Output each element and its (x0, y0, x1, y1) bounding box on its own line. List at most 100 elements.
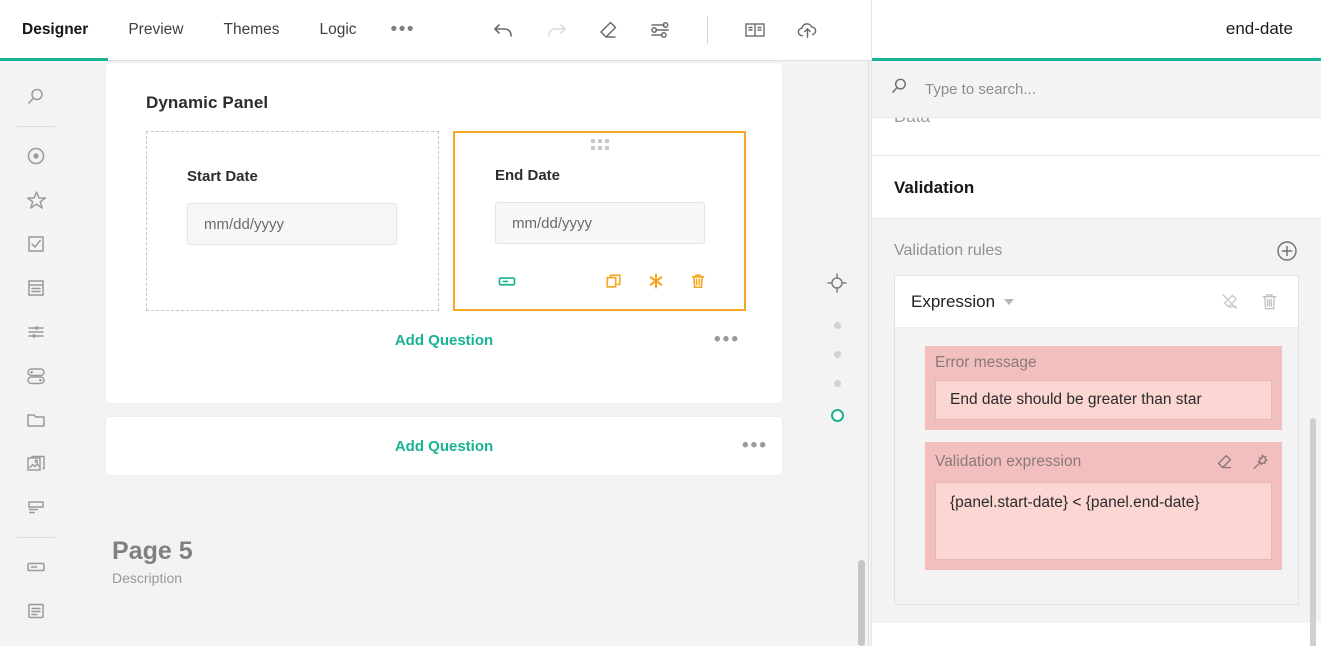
tab-designer[interactable]: Designer (0, 0, 108, 61)
clear-icon[interactable] (595, 17, 621, 43)
validation-group-content: Validation rules Expression (872, 219, 1321, 623)
next-page-header[interactable]: Page 5 Description (106, 537, 871, 586)
comment-icon[interactable] (16, 589, 56, 633)
duplicate-icon[interactable] (602, 269, 626, 293)
required-error-label: Error message for required questions (872, 623, 1321, 646)
question-action-bar (455, 269, 744, 293)
toggle-switch-icon[interactable] (16, 354, 56, 398)
validation-rule-body: Error message End date should be greater… (895, 328, 1298, 604)
property-search-bar[interactable] (872, 61, 1321, 118)
page-navigator (812, 271, 862, 422)
page-nav-dot-2[interactable] (834, 351, 841, 358)
rule-type-select[interactable]: Expression (911, 292, 995, 312)
magic-wand-icon[interactable] (1248, 450, 1272, 474)
add-question-panel-button[interactable]: Add Question ••• (106, 311, 782, 369)
end-date-input[interactable]: mm/dd/yyyy (495, 202, 705, 244)
plus-circle-icon[interactable] (1275, 239, 1299, 263)
property-grid-panel: end-date Data Validation Validation rule… (871, 0, 1321, 646)
validation-expression-input[interactable]: {panel.start-date} < {panel.end-date} (935, 482, 1272, 560)
page-nav-dot-3[interactable] (834, 380, 841, 387)
group-validation-title: Validation (872, 156, 1321, 219)
tab-designer-label: Designer (22, 21, 88, 39)
search-icon[interactable] (16, 75, 56, 119)
group-data-label: Data (894, 118, 930, 127)
trash-icon[interactable] (1256, 289, 1282, 315)
tab-preview[interactable]: Preview (108, 0, 203, 61)
property-panel-scrollbar[interactable] (1310, 418, 1316, 646)
top-toolbar: Designer Preview Themes Logic ••• (0, 0, 871, 61)
text-block-icon[interactable] (16, 486, 56, 530)
validation-rules-header: Validation rules (894, 239, 1299, 263)
page-nav-dot-1[interactable] (834, 322, 841, 329)
eraser-icon[interactable] (1212, 450, 1236, 474)
property-panel-title: end-date (1226, 19, 1293, 39)
survey-canvas[interactable]: Dynamic Panel Start Date mm/dd/yyyy (72, 61, 871, 646)
dropdown-list-icon[interactable] (16, 266, 56, 310)
canvas-scrollbar[interactable] (858, 560, 865, 646)
rail-divider-bottom (17, 537, 55, 538)
dynamic-panel-card[interactable]: Dynamic Panel Start Date mm/dd/yyyy (106, 63, 782, 403)
group-data-collapsed[interactable]: Data (872, 118, 1321, 156)
clear-value-icon[interactable] (1216, 289, 1242, 315)
tab-bar: Designer Preview Themes Logic ••• (0, 0, 429, 61)
checkbox-icon[interactable] (16, 222, 56, 266)
question-start-date[interactable]: Start Date mm/dd/yyyy (146, 131, 439, 311)
panel-overflow-button[interactable]: ••• (714, 329, 740, 351)
question-start-date-label: Start Date (147, 132, 438, 185)
survey-creator-app: Designer Preview Themes Logic ••• (0, 0, 1321, 646)
redo-icon[interactable] (543, 17, 569, 43)
question-end-date[interactable]: End Date mm/dd/yyyy (453, 131, 746, 311)
error-message-label-row: Error message (935, 354, 1272, 372)
page-nav-dot-current[interactable] (831, 409, 844, 422)
start-date-input[interactable]: mm/dd/yyyy (187, 203, 397, 245)
designer-column: Designer Preview Themes Logic ••• (0, 0, 871, 646)
search-icon (888, 75, 911, 103)
tab-themes[interactable]: Themes (203, 0, 299, 61)
preview-book-icon[interactable] (742, 17, 768, 43)
settings-sliders-icon[interactable] (647, 17, 673, 43)
page-target-icon[interactable] (825, 271, 849, 300)
panel-title: Dynamic Panel (106, 63, 782, 113)
validation-rule-header: Expression (895, 276, 1298, 328)
drag-handle-icon[interactable] (455, 139, 744, 150)
cloud-upload-icon[interactable] (794, 17, 820, 43)
validation-rule-card: Expression (894, 275, 1299, 605)
canvas-scroll-track (868, 61, 869, 646)
group-bottom-pad (894, 605, 1299, 623)
delete-icon[interactable] (686, 269, 710, 293)
image-picker-icon[interactable] (16, 442, 56, 486)
tab-logic[interactable]: Logic (299, 0, 376, 61)
validation-expression-label-row: Validation expression (935, 450, 1272, 474)
radio-target-icon[interactable] (16, 134, 56, 178)
add-question-page-button[interactable]: Add Question ••• (106, 417, 782, 475)
required-toggle-icon[interactable] (495, 269, 519, 293)
toolbar-divider (707, 16, 708, 44)
search-input[interactable] (925, 81, 1255, 98)
star-icon[interactable] (16, 178, 56, 222)
tab-preview-label: Preview (128, 21, 183, 39)
panel-bottom-pad (106, 369, 782, 403)
page-description: Description (112, 570, 871, 586)
panel-question-row: Start Date mm/dd/yyyy End Date mm/dd/yyy… (106, 113, 782, 311)
error-message-label: Error message (935, 354, 1272, 372)
rail-divider-top (17, 126, 55, 127)
page-overflow-button[interactable]: ••• (742, 435, 768, 457)
tab-themes-label: Themes (223, 21, 279, 39)
add-question-page-label: Add Question (395, 438, 493, 455)
validation-expression-label: Validation expression (935, 453, 1200, 471)
add-question-page-card[interactable]: Add Question ••• (106, 417, 782, 475)
folder-icon[interactable] (16, 398, 56, 442)
designer-surface: Dynamic Panel Start Date mm/dd/yyyy (0, 61, 871, 646)
add-question-panel-label: Add Question (395, 332, 493, 349)
chevron-down-icon[interactable] (1004, 299, 1014, 305)
settings-star-icon[interactable] (644, 269, 668, 293)
ranking-icon[interactable] (16, 310, 56, 354)
single-input-icon[interactable] (16, 545, 56, 589)
page-title: Page 5 (112, 537, 871, 566)
error-message-input[interactable]: End date should be greater than star (935, 380, 1272, 420)
validation-rules-label: Validation rules (894, 242, 1002, 260)
tab-logic-label: Logic (319, 21, 356, 39)
toolbar-actions (491, 16, 820, 44)
undo-icon[interactable] (491, 17, 517, 43)
tab-overflow-button[interactable]: ••• (377, 19, 429, 41)
